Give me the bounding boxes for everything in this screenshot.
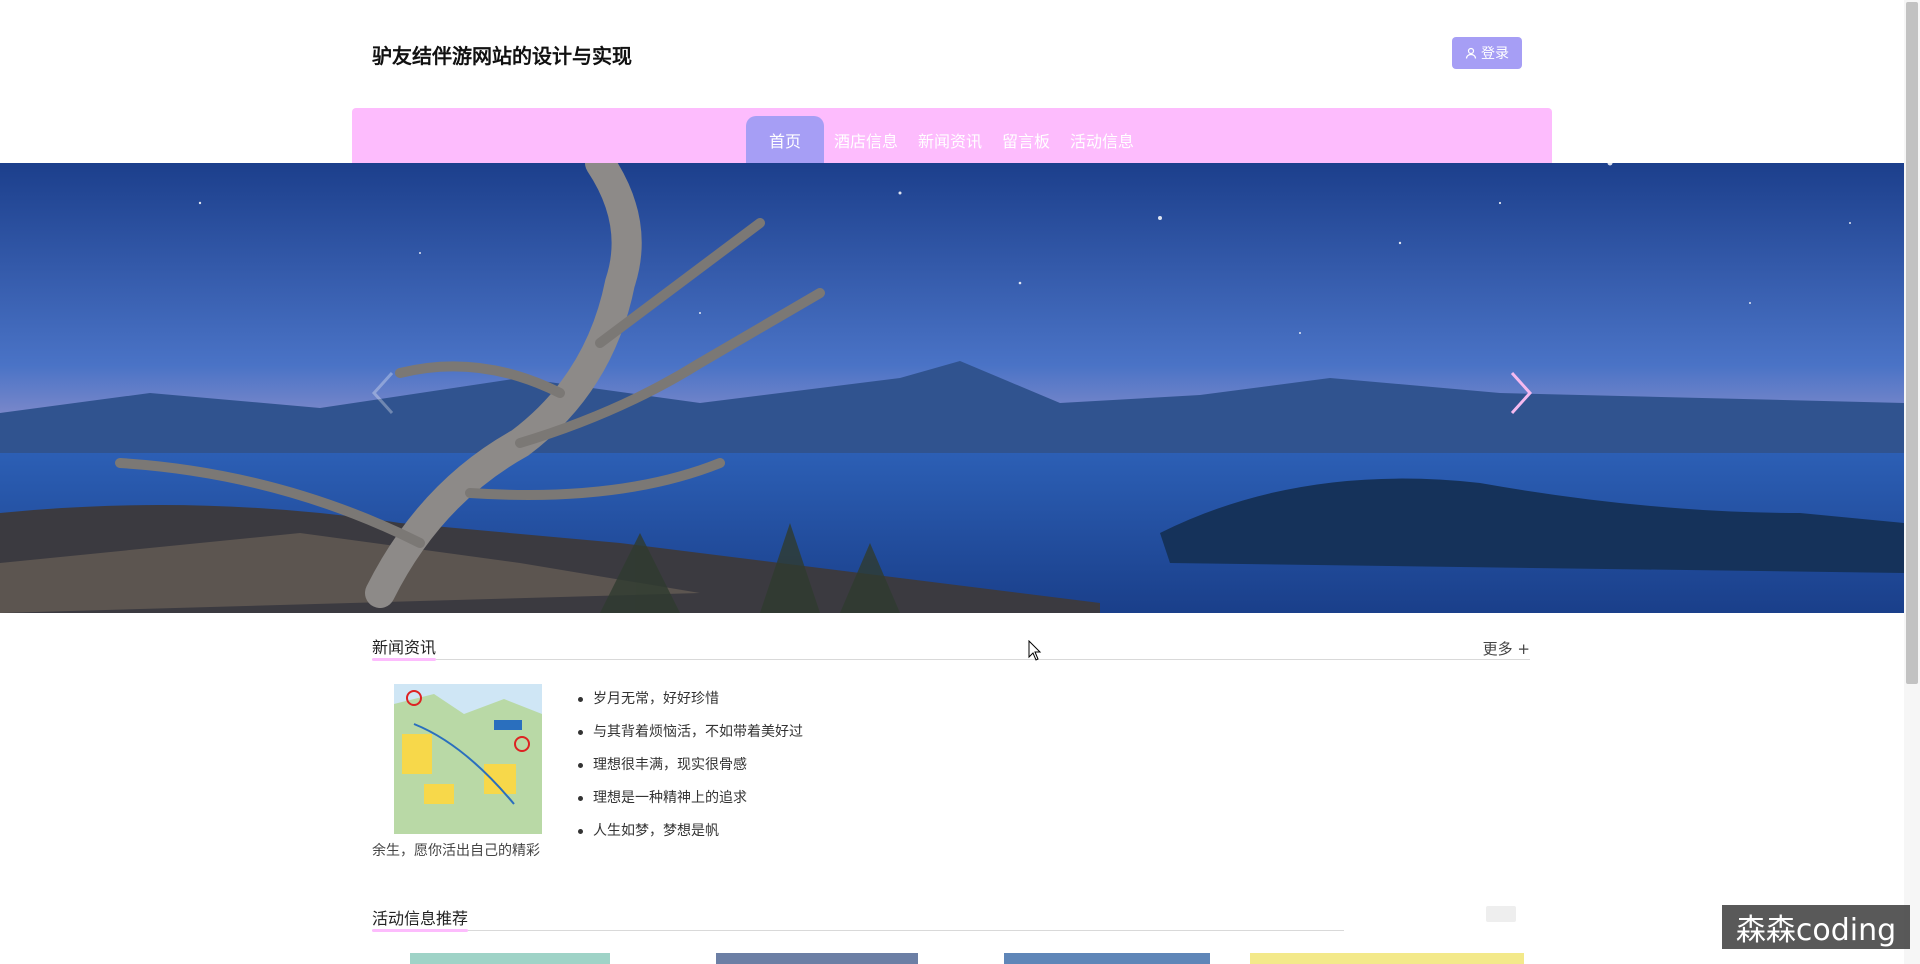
chevron-left-icon[interactable] xyxy=(364,363,404,423)
news-item[interactable]: 理想很丰满，现实很骨感 xyxy=(578,755,803,788)
user-icon xyxy=(1465,47,1477,59)
activity-section-header: 活动信息推荐 xyxy=(372,899,1344,932)
news-featured-image[interactable] xyxy=(394,684,542,834)
news-section-header: 新闻资讯 更多 + xyxy=(372,628,1530,661)
hero-carousel[interactable] xyxy=(0,163,1904,613)
login-label: 登录 xyxy=(1481,46,1509,62)
activity-section-title: 活动信息推荐 xyxy=(372,909,469,928)
activity-cards xyxy=(0,953,1904,964)
news-section-title: 新闻资讯 xyxy=(372,638,437,657)
activity-more-link[interactable] xyxy=(1486,906,1516,922)
watermark: 森森coding xyxy=(1722,905,1910,949)
mouse-cursor-icon xyxy=(1028,640,1042,661)
news-featured-caption[interactable]: 余生，愿你活出自己的精彩 xyxy=(372,840,540,860)
chevron-right-icon[interactable] xyxy=(1500,363,1540,423)
activity-card-image[interactable] xyxy=(716,953,918,964)
news-item[interactable]: 岁月无常，好好珍惜 xyxy=(578,689,803,722)
news-item[interactable]: 与其背着烦恼活，不如带着美好过 xyxy=(578,722,803,755)
nav-item-hotels[interactable]: 酒店信息 xyxy=(824,116,908,163)
news-item[interactable]: 理想是一种精神上的追求 xyxy=(578,788,803,821)
login-button[interactable]: 登录 xyxy=(1452,37,1522,69)
scrollbar-thumb[interactable] xyxy=(1906,2,1918,684)
activity-card-image[interactable] xyxy=(1250,953,1524,964)
news-list: 岁月无常，好好珍惜 与其背着烦恼活，不如带着美好过 理想很丰满，现实很骨感 理想… xyxy=(578,689,803,854)
activity-card-image[interactable] xyxy=(410,953,610,964)
section-underline xyxy=(372,658,436,661)
site-title: 驴友结伴游网站的设计与实现 xyxy=(372,44,632,68)
nav-item-message-board[interactable]: 留言板 xyxy=(992,116,1060,163)
activity-card-image[interactable] xyxy=(1004,953,1210,964)
nav-item-home[interactable]: 首页 xyxy=(746,116,824,163)
news-item[interactable]: 人生如梦，梦想是帆 xyxy=(578,821,803,854)
nav-item-news[interactable]: 新闻资讯 xyxy=(908,116,992,163)
banner-image xyxy=(0,163,1904,613)
nav-item-activities[interactable]: 活动信息 xyxy=(1060,116,1144,163)
section-underline xyxy=(372,929,468,932)
news-more-link[interactable]: 更多 + xyxy=(1483,638,1530,659)
main-nav: 首页 酒店信息 新闻资讯 留言板 活动信息 xyxy=(352,108,1552,163)
